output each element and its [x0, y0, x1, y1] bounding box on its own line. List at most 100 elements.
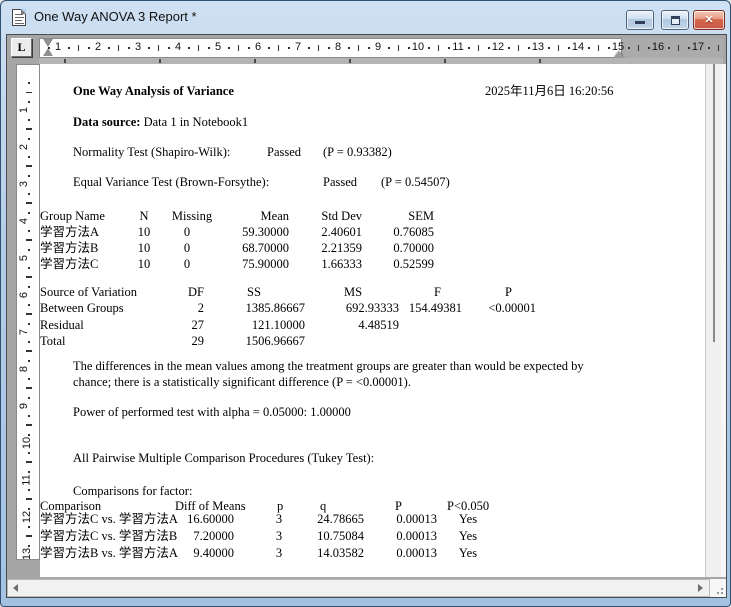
report-document-icon	[12, 9, 26, 26]
equal-variance-label: Equal Variance Test (Brown-Forsythe):	[73, 175, 269, 190]
ruler-number: 6	[18, 292, 30, 298]
title-bar[interactable]: One Way ANOVA 3 Report * ✕	[1, 1, 730, 34]
table-cell: DF	[188, 285, 204, 300]
equal-variance-p-value: (P = 0.54507)	[381, 175, 450, 190]
ruler-number: 12	[21, 511, 33, 523]
table-cell: 学習方法C	[40, 257, 98, 272]
ruler-tick	[28, 452, 30, 454]
ruler-tick	[28, 119, 30, 121]
table-cell: 16.60000	[149, 512, 234, 527]
ruler-number: 5	[215, 41, 221, 53]
ruler-tick	[118, 45, 119, 51]
ruler-tick	[28, 82, 30, 84]
restore-button[interactable]	[661, 10, 689, 30]
ruler-number: 8	[335, 41, 341, 53]
table-cell: 0.76085	[364, 225, 434, 240]
ruler-number: 7	[295, 41, 301, 53]
table-cell: 1.66333	[292, 257, 362, 272]
table-cell: 27	[159, 318, 204, 333]
horizontal-scrollbar[interactable]	[7, 579, 710, 597]
ruler-tick	[448, 47, 450, 49]
ruler-tick	[28, 397, 30, 399]
tab-type-button[interactable]: L	[11, 38, 32, 57]
significance-text-line1: The differences in the mean values among…	[73, 359, 584, 374]
resize-grip[interactable]	[710, 579, 726, 597]
tab-stop-mark	[349, 59, 351, 63]
table-cell: 0.00013	[352, 529, 437, 544]
ruler-tick	[28, 545, 30, 547]
ruler-tick	[28, 230, 30, 232]
ruler-tick	[688, 47, 690, 49]
ruler-tick	[318, 45, 319, 51]
ruler-tick	[388, 47, 390, 49]
normality-label: Normality Test (Shapiro-Wilk):	[73, 145, 230, 160]
ruler-tick	[518, 45, 519, 51]
ruler-tick	[238, 45, 239, 51]
ruler-number: 13	[21, 548, 33, 560]
close-button[interactable]: ✕	[693, 10, 725, 30]
table-cell: Std Dev	[292, 209, 362, 224]
ruler-tick	[26, 92, 32, 93]
ruler-tick	[638, 45, 639, 51]
ruler-tick	[468, 47, 470, 49]
scroll-right-button[interactable]	[692, 580, 709, 596]
ruler-tick	[308, 47, 310, 49]
ruler-tick	[668, 47, 670, 49]
ruler-tick	[28, 286, 30, 288]
scroll-left-button[interactable]	[8, 580, 25, 596]
ruler-number: 11	[21, 474, 33, 485]
ruler-tick	[188, 47, 190, 49]
ruler-number: 8	[18, 366, 30, 372]
ruler-tick	[678, 45, 679, 51]
table-cell: Source of Variation	[40, 285, 137, 300]
ruler-tick	[26, 425, 32, 426]
ruler-tick	[26, 240, 32, 241]
ruler-tick	[568, 47, 570, 49]
tab-stop-mark	[539, 59, 541, 63]
ruler-number: 17	[692, 41, 704, 53]
ruler-tick	[268, 47, 270, 49]
vertical-ruler: 12345678910111213	[16, 64, 40, 560]
ruler-number: 5	[18, 255, 30, 261]
bottom-filler	[7, 597, 726, 598]
ruler-tick	[28, 212, 30, 214]
ruler-tick	[278, 45, 279, 51]
normality-p-value: (P = 0.93382)	[323, 145, 392, 160]
ruler-tick	[168, 47, 170, 49]
table-cell: 1385.86667	[210, 301, 305, 316]
table-cell: 7.20000	[149, 529, 234, 544]
ruler-tick	[508, 47, 510, 49]
table-cell: Mean	[209, 209, 289, 224]
table-cell: 学習方法B	[40, 241, 98, 256]
table-cell: SS	[247, 285, 261, 300]
ruler-number: 13	[532, 41, 544, 53]
ruler-tick	[28, 193, 30, 195]
ruler-number: 14	[572, 41, 584, 53]
ruler-number: 4	[18, 218, 30, 224]
ruler-tick	[28, 415, 30, 417]
data-source-line: Data source: Data 1 in Notebook1	[73, 115, 248, 130]
table-cell: P	[505, 285, 512, 300]
data-source-label: Data source:	[73, 115, 140, 129]
normality-result: Passed	[267, 145, 301, 160]
table-cell: 29	[159, 334, 204, 349]
ruler-tick	[28, 489, 30, 491]
ruler-tick	[288, 47, 290, 49]
data-source-value: Data 1 in Notebook1	[144, 115, 249, 129]
ruler-tick	[28, 101, 30, 103]
minimize-button[interactable]	[626, 10, 654, 30]
ruler-tick	[358, 45, 359, 51]
power-text: Power of performed test with alpha = 0.0…	[73, 405, 351, 420]
ruler-tick	[48, 47, 50, 49]
report-page[interactable]: One Way Analysis of Variance 2025年11月6日 …	[40, 64, 705, 577]
ruler-tick	[26, 166, 32, 167]
ruler-number: 16	[652, 41, 664, 53]
table-cell: 2.40601	[292, 225, 362, 240]
ruler-tick	[408, 47, 410, 49]
table-cell: Residual	[40, 318, 84, 333]
ruler-tick	[128, 47, 130, 49]
ruler-tick	[228, 47, 230, 49]
vertical-scrollbar-thumb[interactable]	[713, 64, 715, 342]
vertical-scrollbar[interactable]	[705, 64, 721, 577]
ruler-tick	[158, 45, 159, 51]
